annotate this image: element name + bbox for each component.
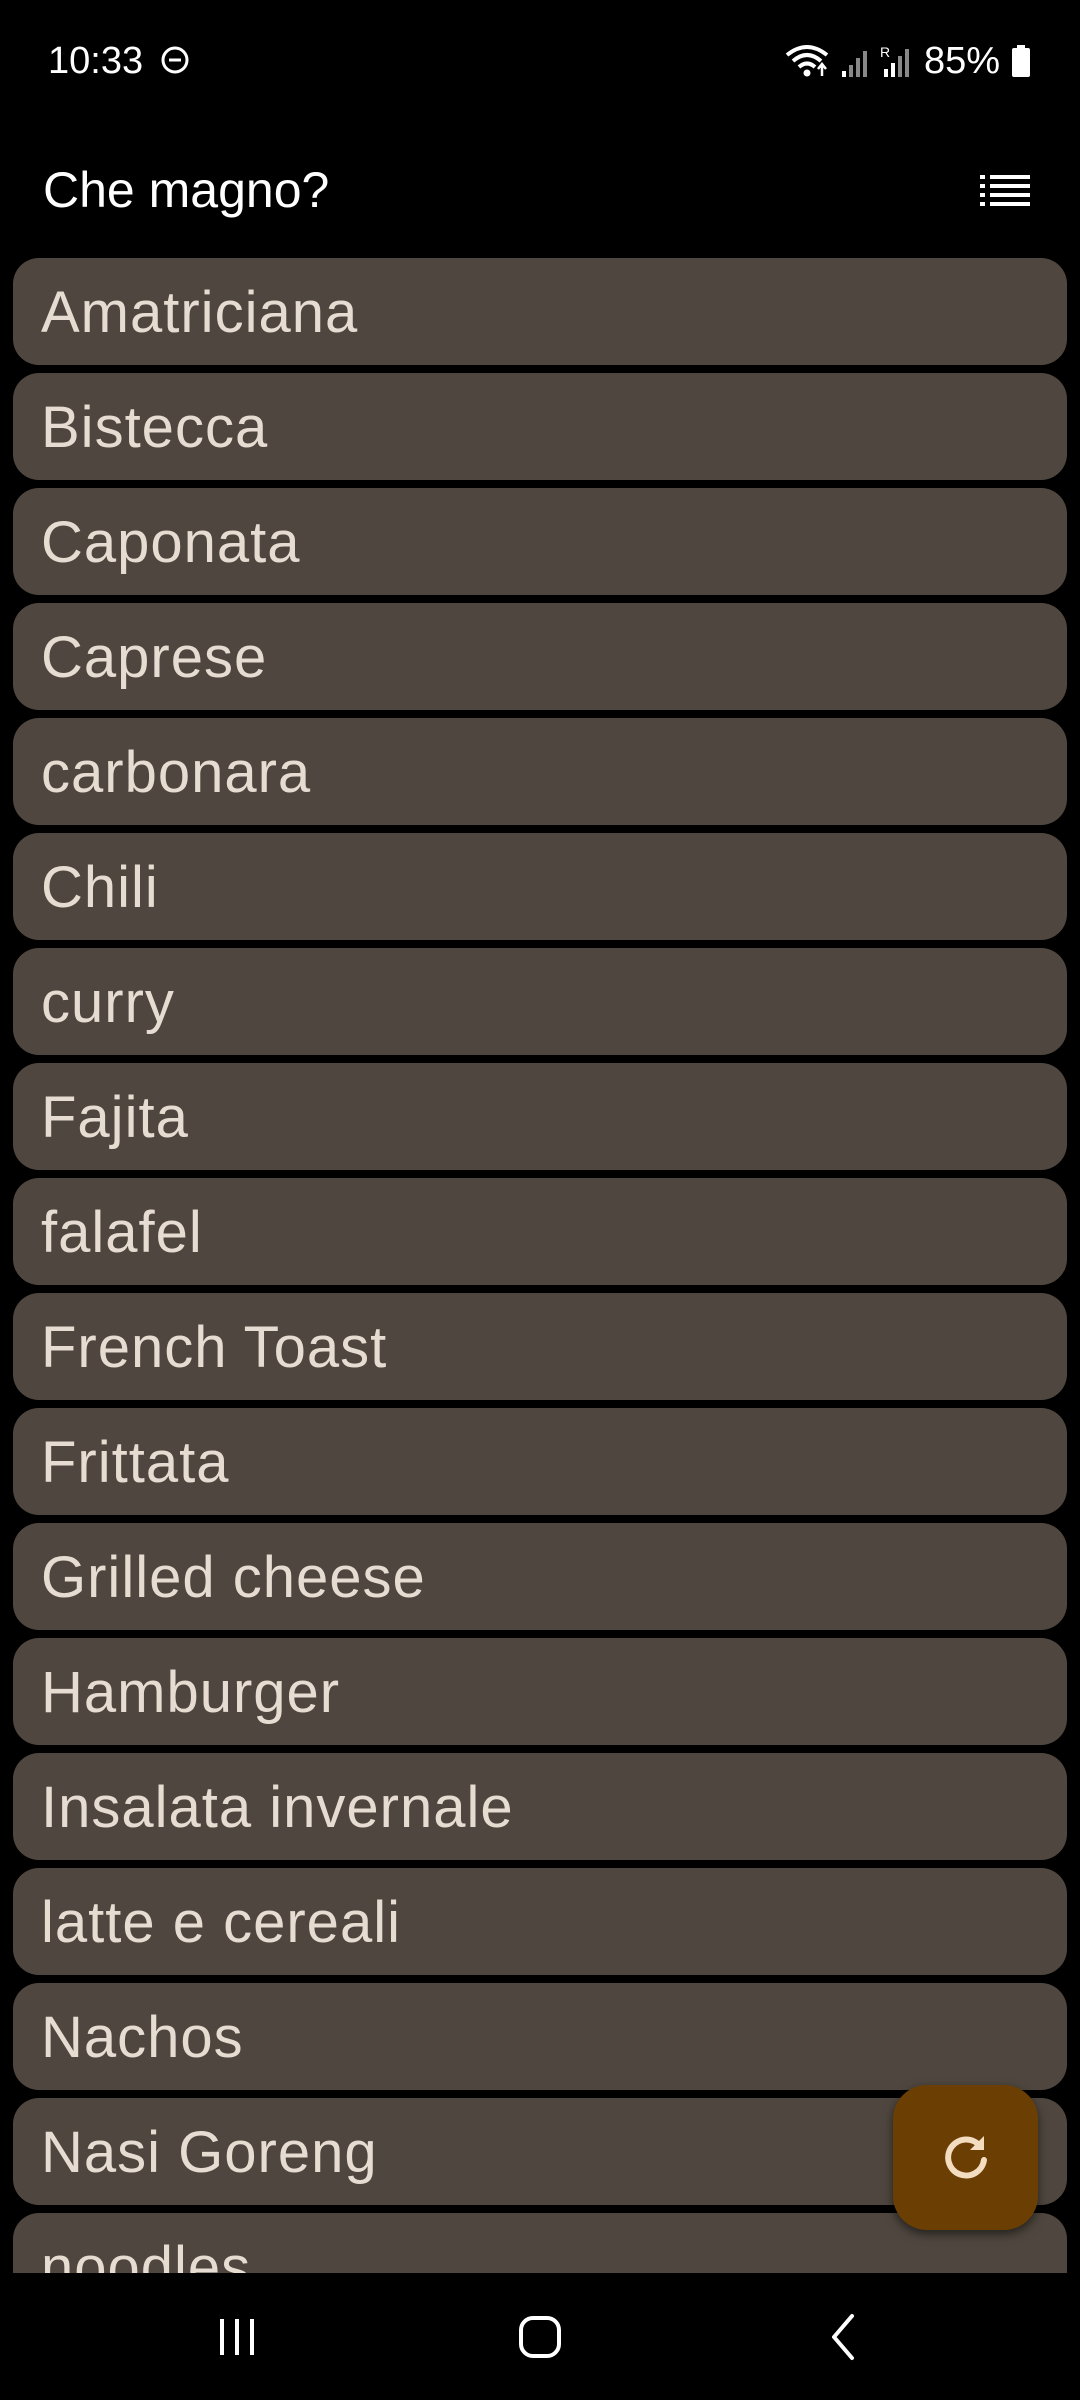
list-item[interactable]: Frittata <box>13 1408 1067 1515</box>
list-item[interactable]: falafel <box>13 1178 1067 1285</box>
list-item[interactable]: Insalata invernale <box>13 1753 1067 1860</box>
list-item[interactable]: carbonara <box>13 718 1067 825</box>
list-icon <box>980 175 1030 206</box>
signal-icon <box>841 51 867 77</box>
list-item[interactable]: Fajita <box>13 1063 1067 1170</box>
signal-roaming-icon: R <box>880 44 909 77</box>
list-item[interactable]: Hamburger <box>13 1638 1067 1745</box>
list-item[interactable]: Nachos <box>13 1983 1067 2090</box>
recents-icon <box>220 2318 254 2355</box>
list-item[interactable]: curry <box>13 948 1067 1055</box>
status-bar: 10:33 R 85% <box>0 0 1080 125</box>
refresh-icon <box>944 2135 987 2178</box>
list-item[interactable]: Grilled cheese <box>13 1523 1067 1630</box>
list-view-button[interactable] <box>960 145 1050 235</box>
system-nav-bar <box>0 2273 1080 2400</box>
list-item[interactable]: Bistecca <box>13 373 1067 480</box>
list-item[interactable]: Caprese <box>13 603 1067 710</box>
food-list[interactable]: Amatriciana Bistecca Caponata Caprese ca… <box>0 255 1080 2273</box>
top-app-bar: Che magno? <box>0 125 1080 255</box>
list-item[interactable]: French Toast <box>13 1293 1067 1400</box>
home-icon <box>519 2315 561 2358</box>
list-item[interactable]: Chili <box>13 833 1067 940</box>
app-title: Che magno? <box>43 162 330 218</box>
shuffle-refresh-button[interactable] <box>893 2085 1038 2230</box>
do-not-disturb-icon <box>161 46 189 74</box>
back-icon <box>832 2313 854 2360</box>
home-button[interactable] <box>470 2273 610 2400</box>
list-item[interactable]: Caponata <box>13 488 1067 595</box>
battery-icon <box>1012 45 1030 77</box>
battery-percent: 85% <box>923 40 1000 82</box>
list-item[interactable]: latte e cereali <box>13 1868 1067 1975</box>
back-button[interactable] <box>773 2273 913 2400</box>
status-time: 10:33 <box>48 40 144 82</box>
recents-button[interactable] <box>167 2273 307 2400</box>
status-icons: R 85% <box>784 36 1032 86</box>
wifi-icon <box>785 45 829 77</box>
list-item[interactable]: Amatriciana <box>13 258 1067 365</box>
svg-text:R: R <box>880 44 890 60</box>
